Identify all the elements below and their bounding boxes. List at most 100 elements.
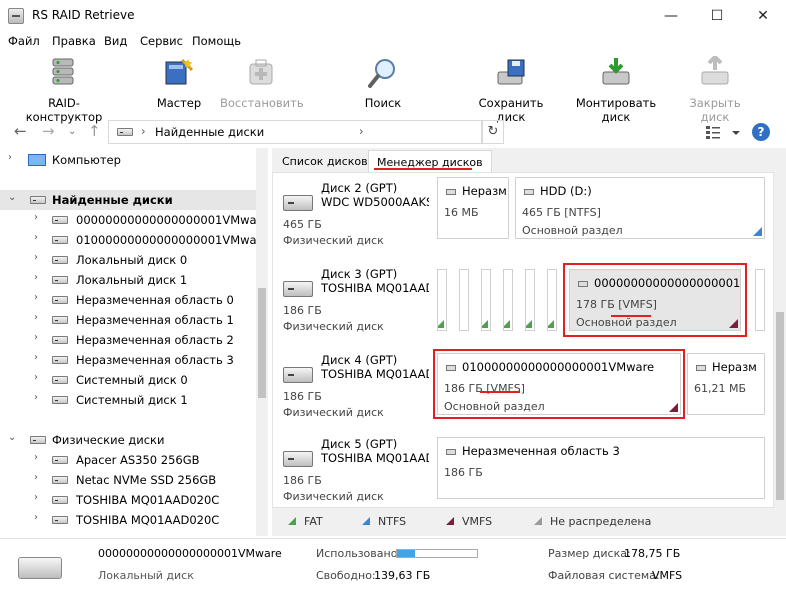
tree-item[interactable]: › TOSHIBA MQ01AAD020C <box>0 490 256 510</box>
raid-constructor-button[interactable]: RAID-конструктор <box>12 56 116 124</box>
scrollbar-thumb[interactable] <box>258 288 266 398</box>
address-field[interactable]: › Найденные диски › <box>108 120 482 144</box>
partition-sliver[interactable] <box>547 269 557 331</box>
partition-type: Основной раздел <box>522 224 623 237</box>
vmfs-swatch-icon <box>446 517 454 525</box>
disk-row[interactable]: Диск 5 (GPT) TOSHIBA MQ01AAD 186 ГБ Физич… <box>273 433 773 507</box>
expand-arrow-icon[interactable]: › <box>34 212 38 223</box>
disk-icon <box>52 316 68 324</box>
partition-sliver[interactable] <box>503 269 513 331</box>
disk-icon <box>52 216 68 224</box>
expand-arrow-icon[interactable]: › <box>34 392 38 403</box>
tree-label: Неразмеченная область 0 <box>76 293 234 307</box>
expand-arrow-icon[interactable]: › <box>34 272 38 283</box>
tab-disk-list[interactable]: Список дисков <box>274 150 376 172</box>
breadcrumb-chevron-icon[interactable]: › <box>359 124 364 138</box>
expand-arrow-icon[interactable]: › <box>34 232 38 243</box>
disk-icon <box>52 496 68 504</box>
tree-item-found-disks[interactable]: ⌄ Найденные диски <box>0 190 256 210</box>
tree-label: Netac NVMe SSD 256GB <box>76 473 217 487</box>
disk-manager-panel: Диск 2 (GPT) WDC WD5000AAKS- 465 ГБ Физич… <box>272 172 774 508</box>
menu-service[interactable]: Сервис <box>140 34 183 48</box>
history-chevron-icon[interactable]: ⌄ <box>68 126 76 137</box>
tree-item[interactable]: › Apacer AS350 256GB <box>0 450 256 470</box>
breadcrumb[interactable]: Найденные диски <box>155 125 264 139</box>
disk-icon <box>52 296 68 304</box>
used-space-fill <box>397 550 415 557</box>
legend-vmfs: VMFS <box>446 515 492 528</box>
expand-arrow-icon[interactable]: › <box>34 252 38 263</box>
tree-scrollbar[interactable] <box>256 148 268 536</box>
restore-button[interactable]: Восстановить <box>220 56 304 110</box>
view-options-button[interactable] <box>704 122 740 142</box>
tree-item[interactable]: › Неразмеченная область 1 <box>0 310 256 330</box>
collapse-arrow-icon[interactable]: ⌄ <box>8 192 16 203</box>
partition-sliver[interactable] <box>437 269 447 331</box>
partition-block[interactable]: Неразм 61,21 МБ <box>687 353 765 415</box>
tree-item[interactable]: › Неразмеченная область 0 <box>0 290 256 310</box>
partition-sliver[interactable] <box>525 269 535 331</box>
expand-arrow-icon[interactable]: › <box>34 472 38 483</box>
title-bar: RS RAID Retrieve — ☐ ✕ <box>0 0 786 32</box>
wizard-icon <box>162 56 196 90</box>
disk-panel-scrollbar[interactable] <box>774 172 786 508</box>
save-disk-button[interactable]: Сохранить диск <box>466 56 556 124</box>
status-free-label: Свободно: <box>316 569 376 582</box>
tree-item[interactable]: › 01000000000000000001VMware <box>0 230 267 250</box>
tree-item[interactable]: › Netac NVMe SSD 256GB <box>0 470 256 490</box>
tree-label: TOSHIBA MQ01AAD020C <box>76 513 220 527</box>
expand-arrow-icon[interactable]: › <box>34 292 38 303</box>
partition-block[interactable]: Неразм 16 МБ <box>437 177 509 239</box>
tree-label: Компьютер <box>52 153 121 167</box>
expand-arrow-icon[interactable]: › <box>8 152 12 163</box>
menu-edit[interactable]: Правка <box>52 34 96 48</box>
up-arrow-icon[interactable]: ↑ <box>88 122 101 140</box>
expand-arrow-icon[interactable]: › <box>34 512 38 523</box>
mount-disk-button[interactable]: Монтировать диск <box>564 56 668 124</box>
help-icon[interactable]: ? <box>752 123 770 141</box>
expand-arrow-icon[interactable]: › <box>34 492 38 503</box>
tree-item[interactable]: › Неразмеченная область 2 <box>0 330 256 350</box>
menu-file[interactable]: Файл <box>8 34 40 48</box>
tree-item[interactable]: › Локальный диск 1 <box>0 270 256 290</box>
partition-sliver[interactable] <box>459 269 469 331</box>
tab-underline-highlight <box>374 168 472 170</box>
wizard-button[interactable]: Мастер <box>150 56 208 110</box>
partition-block[interactable]: HDD (D:) 465 ГБ [NTFS] Основной раздел <box>515 177 765 239</box>
disk-row[interactable]: Диск 4 (GPT) TOSHIBA MQ01AAD 186 ГБ Физич… <box>273 349 773 429</box>
toolbar: RAID-конструктор Мастер Восстановить Пои… <box>0 52 786 124</box>
vmfs-underline <box>611 315 651 317</box>
disk-icon <box>52 396 68 404</box>
search-button[interactable]: Поиск <box>360 56 406 110</box>
refresh-icon[interactable]: ↻ <box>482 120 504 144</box>
close-disk-button[interactable]: Закрыть диск <box>676 54 754 124</box>
partition-sliver[interactable] <box>481 269 491 331</box>
disk-row[interactable]: Диск 3 (GPT) TOSHIBA MQ01AAD 186 ГБ Физич… <box>273 263 773 343</box>
partition-sliver[interactable] <box>755 269 765 331</box>
tree-item[interactable]: › Локальный диск 0 <box>0 250 256 270</box>
menu-bar: Файл Правка Вид Сервис Помощь <box>0 32 786 52</box>
collapse-arrow-icon[interactable]: ⌄ <box>8 432 16 443</box>
disk-row[interactable]: Диск 2 (GPT) WDC WD5000AAKS- 465 ГБ Физич… <box>273 177 773 257</box>
menu-help[interactable]: Помощь <box>192 34 241 48</box>
minimize-button[interactable]: — <box>648 0 694 32</box>
partition-block[interactable]: Неразмеченная область 3 186 ГБ <box>437 437 765 499</box>
tree-item[interactable]: › 00000000000000000001VMware <box>0 210 267 230</box>
close-button[interactable]: ✕ <box>740 0 786 32</box>
tree-item-computer[interactable]: › Компьютер <box>0 150 256 170</box>
tree-item[interactable]: › Системный диск 0 <box>0 370 256 390</box>
back-arrow-icon[interactable]: ← <box>14 122 27 140</box>
tree-item[interactable]: › Неразмеченная область 3 <box>0 350 256 370</box>
expand-arrow-icon[interactable]: › <box>34 312 38 323</box>
scrollbar-thumb[interactable] <box>776 312 784 500</box>
menu-view[interactable]: Вид <box>104 34 127 48</box>
maximize-button[interactable]: ☐ <box>694 0 740 32</box>
expand-arrow-icon[interactable]: › <box>34 452 38 463</box>
forward-arrow-icon[interactable]: → <box>42 122 55 140</box>
expand-arrow-icon[interactable]: › <box>34 372 38 383</box>
expand-arrow-icon[interactable]: › <box>34 332 38 343</box>
tree-item[interactable]: › TOSHIBA MQ01AAD020C <box>0 510 256 530</box>
tree-item[interactable]: › Системный диск 1 <box>0 390 256 410</box>
tree-item-physical-disks[interactable]: ⌄ Физические диски <box>0 430 256 450</box>
expand-arrow-icon[interactable]: › <box>34 352 38 363</box>
